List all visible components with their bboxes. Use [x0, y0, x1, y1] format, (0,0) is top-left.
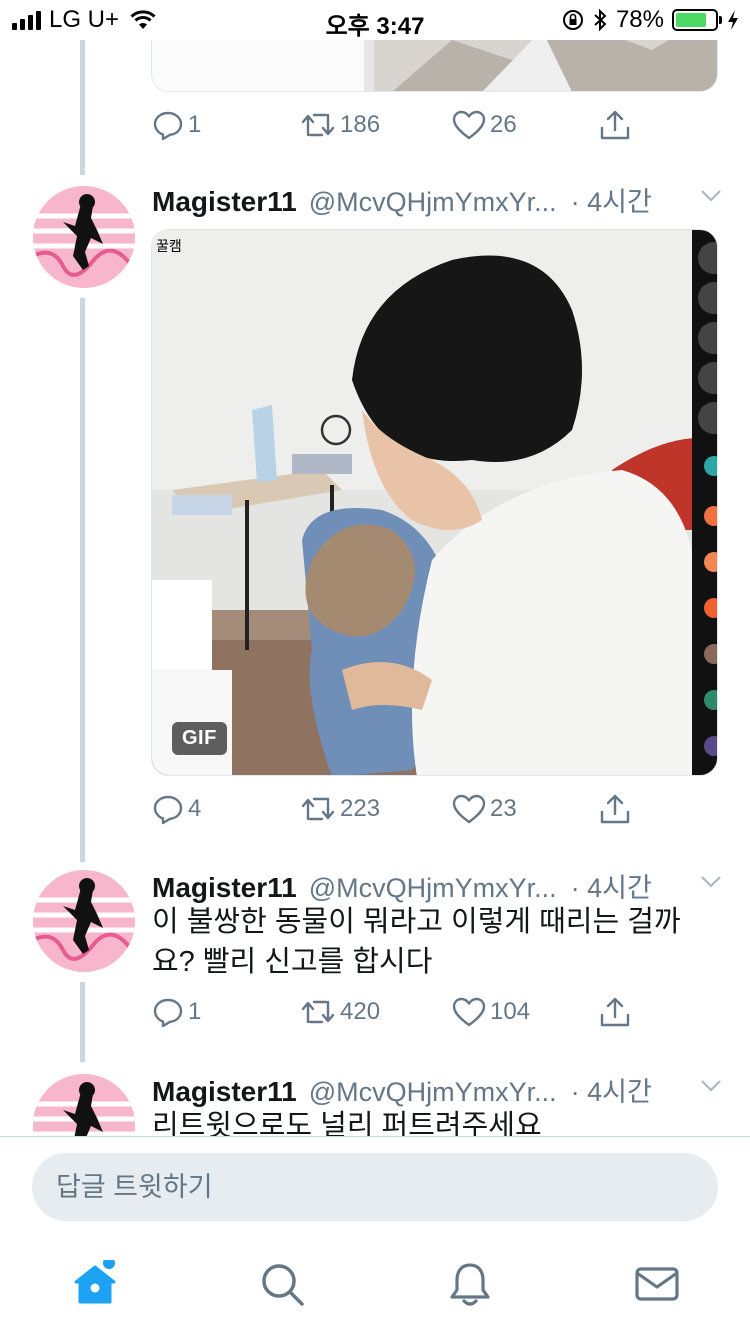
gif-badge: GIF — [172, 722, 227, 755]
share-button[interactable] — [598, 789, 632, 829]
retweet-button[interactable]: 223 — [300, 789, 380, 829]
share-icon — [600, 997, 630, 1027]
tweet-timestamp: · 4시간 — [570, 187, 652, 217]
tweet-media-gif[interactable]: 꿀캠 GIF — [151, 229, 718, 776]
messages-envelope-icon[interactable] — [633, 1260, 681, 1308]
like-count: 23 — [490, 795, 517, 822]
like-count: 104 — [490, 998, 531, 1025]
reply-button[interactable]: 4 — [152, 789, 201, 829]
tweet-text: 리트윗으로도 널리 퍼트려주세요 — [152, 1110, 542, 1136]
chevron-down-icon[interactable] — [700, 184, 722, 206]
tweet-media[interactable] — [151, 40, 718, 92]
reply-count: 1 — [188, 998, 202, 1025]
thread-line — [80, 982, 85, 1062]
like-count: 26 — [490, 111, 517, 138]
search-icon[interactable] — [258, 1260, 306, 1308]
like-button[interactable]: 104 — [452, 992, 530, 1032]
user-handle[interactable]: @McvQHjmYmxYr... — [309, 187, 557, 218]
tweet-header: Magister11 @McvQHjmYmxYr... · 4시간 — [152, 866, 722, 905]
share-button[interactable] — [598, 992, 632, 1032]
new-tweets-dot — [103, 1260, 115, 1269]
share-icon — [600, 110, 630, 140]
retweet-count: 420 — [340, 998, 381, 1025]
bottom-tab-bar — [0, 1236, 750, 1334]
reply-icon — [153, 795, 183, 825]
heart-icon — [452, 997, 486, 1027]
avatar[interactable] — [33, 1074, 135, 1136]
rotation-lock-icon — [562, 10, 583, 30]
retweet-icon — [301, 1000, 335, 1024]
tweet-header: Magister11 @McvQHjmYmxYr... · 4시간 — [152, 1070, 722, 1109]
display-name[interactable]: Magister11 — [152, 872, 297, 904]
reply-count: 1 — [188, 111, 202, 138]
tweet-thread[interactable]: 1 186 26 Magister11 @McvQHjmYmxYr... · 4… — [0, 40, 750, 1136]
thread-line — [80, 40, 85, 175]
avatar-image — [33, 870, 135, 972]
charging-icon — [728, 10, 738, 30]
tweet-header: Magister11 @McvQHjmYmxYr... · 4시간 — [152, 180, 722, 219]
avatar[interactable] — [33, 186, 135, 288]
retweet-count: 223 — [340, 795, 381, 822]
home-icon[interactable] — [71, 1260, 119, 1308]
tweet-actions: 1 186 26 — [152, 105, 632, 145]
heart-icon — [452, 794, 486, 824]
battery-icon — [672, 9, 722, 31]
retweet-icon — [301, 113, 335, 137]
battery-level-fill — [676, 13, 706, 27]
reply-input[interactable] — [32, 1153, 718, 1221]
avatar-image — [33, 1074, 135, 1136]
retweet-count: 186 — [340, 111, 381, 138]
share-button[interactable] — [598, 105, 632, 145]
media-image — [152, 40, 717, 91]
like-button[interactable]: 23 — [452, 789, 517, 829]
bluetooth-icon — [594, 8, 607, 32]
notifications-bell-icon[interactable] — [446, 1260, 494, 1308]
gif-watermark: 꿀캠 — [156, 238, 182, 254]
user-handle[interactable]: @McvQHjmYmxYr... — [309, 1077, 557, 1108]
reply-icon — [153, 998, 183, 1028]
thread-line — [80, 298, 85, 862]
retweet-button[interactable]: 420 — [300, 992, 380, 1032]
status-bar: LG U+ 오후 3:47 78% — [0, 0, 750, 40]
retweet-icon — [301, 797, 335, 821]
display-name[interactable]: Magister11 — [152, 1076, 297, 1108]
reply-count: 4 — [188, 795, 202, 822]
retweet-button[interactable]: 186 — [300, 105, 380, 145]
battery-percent: 78% — [615, 6, 664, 33]
tweet-text: 이 불쌍한 동물이 뭐라고 이렇게 때리는 걸까요? 빨리 신고를 합시다 — [152, 906, 681, 978]
reply-icon — [153, 111, 183, 141]
tweet-timestamp: · 4시간 — [570, 873, 652, 903]
chevron-down-icon[interactable] — [700, 1074, 722, 1096]
display-name[interactable]: Magister11 — [152, 186, 297, 218]
user-handle[interactable]: @McvQHjmYmxYr... — [309, 873, 557, 904]
like-button[interactable]: 26 — [452, 105, 517, 145]
reply-button[interactable]: 1 — [152, 992, 201, 1032]
reply-button[interactable]: 1 — [152, 105, 201, 145]
chevron-down-icon[interactable] — [700, 870, 722, 892]
avatar-image — [33, 186, 135, 288]
reply-composer-bar — [0, 1136, 750, 1236]
tweet-actions: 4 223 23 — [152, 789, 632, 829]
share-icon — [600, 794, 630, 824]
tweet-timestamp: · 4시간 — [570, 1077, 652, 1107]
heart-icon — [452, 110, 486, 140]
tweet-actions: 1 420 104 — [152, 992, 632, 1032]
avatar[interactable] — [33, 870, 135, 972]
gif-frame — [152, 230, 717, 775]
